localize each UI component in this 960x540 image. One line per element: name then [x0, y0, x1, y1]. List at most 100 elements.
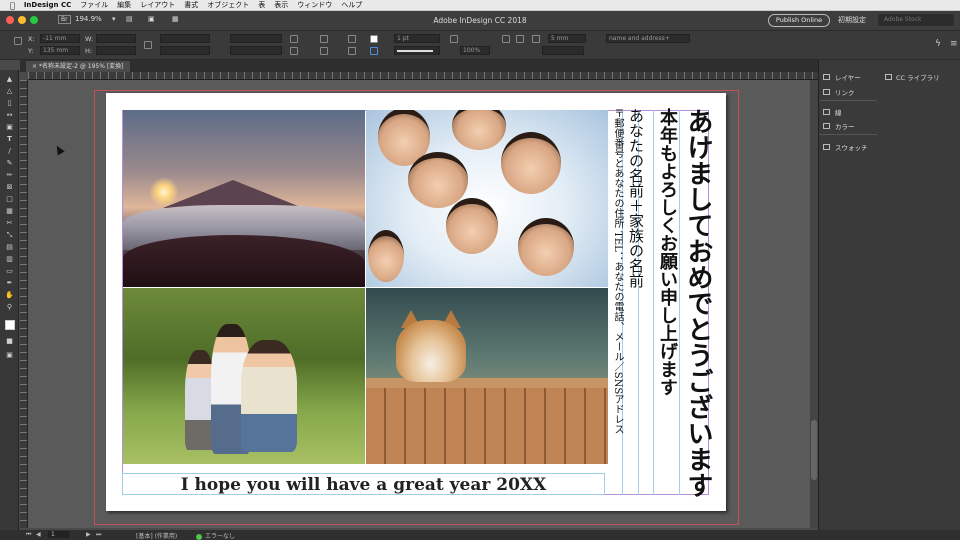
panel-links[interactable]: リンク	[823, 87, 855, 97]
vertical-scrollbar[interactable]	[810, 80, 818, 528]
x-position-field[interactable]: -11 mm	[40, 34, 80, 43]
type-tool-icon[interactable]: T	[5, 136, 14, 143]
scale-y-field[interactable]	[160, 46, 210, 55]
flip-horizontal-icon[interactable]	[320, 35, 328, 43]
gap-tool-icon[interactable]: ↔	[5, 112, 14, 119]
corner-shape-dropdown[interactable]	[542, 46, 584, 55]
menu-view[interactable]: 表示	[274, 0, 288, 10]
menu-table[interactable]: 表	[258, 0, 265, 10]
master-page-indicator[interactable]: [基本] (作業用)	[136, 531, 177, 540]
menu-edit[interactable]: 編集	[117, 0, 131, 10]
names-text-frame[interactable]: あなたの名前＋家族の名前	[626, 108, 647, 288]
rotate-cw-icon[interactable]	[290, 35, 298, 43]
workspace-switcher[interactable]: 初期設定	[838, 15, 866, 25]
fill-stroke-swatch-icon[interactable]	[5, 320, 15, 330]
align-center-icon[interactable]	[516, 35, 524, 43]
menu-help[interactable]: ヘルプ	[341, 0, 362, 10]
panels-dock: レイヤー リンク 線 カラー スウォッチ CC ライブラリ	[818, 60, 960, 530]
gradient-swatch-tool-icon[interactable]: ▤	[5, 244, 14, 251]
panel-menu-icon[interactable]: ≡	[950, 39, 958, 49]
vertical-ruler[interactable]	[20, 80, 28, 528]
rectangle-frame-tool-icon[interactable]: ⊠	[5, 184, 14, 191]
preflight-status[interactable]: エラーなし	[196, 531, 235, 540]
page-tool-icon[interactable]: ▯	[5, 100, 14, 107]
pencil-tool-icon[interactable]: ✏	[5, 172, 14, 179]
y-position-field[interactable]: 135 mm	[40, 46, 80, 55]
gradient-feather-tool-icon[interactable]: ▥	[5, 256, 14, 263]
y-label: Y:	[28, 47, 34, 55]
table-tool-icon[interactable]: ▦	[5, 208, 14, 215]
first-page-icon[interactable]: ⏮	[26, 531, 31, 539]
lightning-quick-apply-icon[interactable]: ϟ	[935, 39, 941, 49]
next-page-icon[interactable]: ▶	[86, 531, 91, 538]
selection-tool-icon[interactable]: ▲	[5, 76, 14, 83]
flip-vertical-icon[interactable]	[320, 47, 328, 55]
fill-swatch-icon[interactable]	[370, 35, 378, 43]
select-container-icon[interactable]	[348, 35, 356, 43]
scale-x-field[interactable]	[160, 34, 210, 43]
note-tool-icon[interactable]: ▭	[5, 268, 14, 275]
shiba-dog-photo[interactable]	[366, 288, 608, 464]
h-label: H:	[85, 47, 93, 55]
zoom-tool-icon[interactable]: ⚲	[5, 304, 14, 311]
height-field[interactable]	[96, 46, 136, 55]
sunrise-mountain-photo[interactable]	[123, 110, 365, 287]
stroke-weight-field[interactable]: 1 pt	[394, 34, 440, 43]
panel-layers[interactable]: レイヤー	[823, 72, 861, 82]
constrain-proportions-icon[interactable]	[144, 41, 152, 49]
stroke-swatch-icon[interactable]	[370, 47, 378, 55]
previous-page-icon[interactable]: ◀	[36, 531, 41, 538]
last-page-icon[interactable]: ⏭	[96, 531, 101, 539]
align-left-icon[interactable]	[502, 35, 510, 43]
content-collector-icon[interactable]: ▣	[5, 124, 14, 131]
rotation-field[interactable]	[230, 34, 282, 43]
horizontal-ruler[interactable]	[28, 72, 818, 80]
face-image-element	[446, 198, 498, 254]
apply-color-icon[interactable]: ■	[5, 338, 14, 345]
close-tab-icon[interactable]: ×	[32, 63, 37, 70]
hand-tool-icon[interactable]: ✋	[5, 292, 14, 299]
view-mode-icon[interactable]: ▣	[5, 352, 14, 359]
page-number-field[interactable]: 1	[48, 531, 69, 538]
document-tab[interactable]: × *名称未設定-2 @ 195% [変換]	[26, 61, 130, 72]
effects-fx-icon[interactable]	[450, 35, 458, 43]
scrollbar-thumb[interactable]	[811, 420, 817, 480]
panel-cc-libraries[interactable]: CC ライブラリ	[885, 72, 940, 82]
corner-options-icon[interactable]	[532, 35, 540, 43]
menu-app-name[interactable]: InDesign CC	[24, 1, 71, 9]
line-tool-icon[interactable]: /	[5, 148, 14, 155]
panel-color[interactable]: カラー	[823, 121, 855, 131]
width-field[interactable]	[96, 34, 136, 43]
stroke-type-dropdown[interactable]	[394, 46, 440, 55]
menu-type[interactable]: 書式	[184, 0, 198, 10]
object-style-dropdown[interactable]: name and address+	[606, 34, 690, 43]
rotate-ccw-icon[interactable]	[290, 47, 298, 55]
group-faces-photo[interactable]	[366, 110, 608, 287]
shear-field[interactable]	[230, 46, 282, 55]
scissors-tool-icon[interactable]: ✂	[5, 220, 14, 227]
greeting-text-frame[interactable]: あけましておめでとうございます	[680, 108, 717, 498]
pen-tool-icon[interactable]: ✎	[5, 160, 14, 167]
preflight-status-label: エラーなし	[205, 533, 236, 540]
stock-search-input[interactable]: Adobe Stock	[878, 14, 954, 26]
panel-stroke[interactable]: 線	[823, 107, 842, 117]
menu-layout[interactable]: レイアウト	[140, 0, 175, 10]
panel-swatches[interactable]: スウォッチ	[823, 142, 868, 152]
menu-window[interactable]: ウィンドウ	[297, 0, 332, 10]
address-text-frame[interactable]: 〒郵便番号とあなたの住所 TEL：あなたの電話、メール／SNSアドレス	[610, 108, 625, 434]
subtitle-text-frame[interactable]: 本年もよろしくお願い申し上げます	[654, 108, 680, 396]
family-park-photo[interactable]	[123, 288, 365, 464]
opacity-field[interactable]: 100%	[460, 46, 490, 55]
corner-size-field[interactable]: 5 mm	[548, 34, 586, 43]
reference-point-icon[interactable]	[14, 37, 22, 45]
menu-object[interactable]: オブジェクト	[207, 0, 249, 10]
menu-file[interactable]: ファイル	[80, 0, 108, 10]
select-content-icon[interactable]	[348, 47, 356, 55]
direct-selection-tool-icon[interactable]: △	[5, 88, 14, 95]
caption-text-frame[interactable]: I hope you will have a great year 20XX	[122, 475, 605, 495]
rectangle-tool-icon[interactable]: □	[5, 196, 14, 203]
apple-icon[interactable]: 	[10, 1, 15, 10]
eyedropper-tool-icon[interactable]: ✒	[5, 280, 14, 287]
publish-online-button[interactable]: Publish Online	[768, 14, 830, 27]
free-transform-tool-icon[interactable]: ⤡	[5, 232, 14, 239]
